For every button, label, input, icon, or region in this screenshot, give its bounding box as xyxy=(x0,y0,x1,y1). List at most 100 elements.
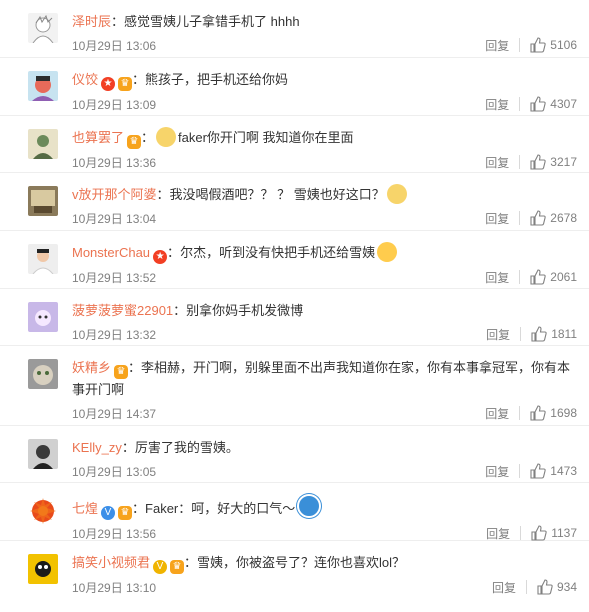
comment-time: 10月29日 13:52 xyxy=(72,270,157,285)
avatar[interactable] xyxy=(28,186,58,216)
like-button[interactable]: 2061 xyxy=(530,269,577,285)
like-button[interactable]: 2678 xyxy=(530,210,577,226)
like-button[interactable]: 934 xyxy=(537,579,577,595)
like-button[interactable]: 1473 xyxy=(530,463,577,479)
comment-text: 厉害了我的雪姨。 xyxy=(134,440,239,455)
commenter-name[interactable]: 也算罢了 xyxy=(72,130,124,145)
comment-text: 我没喝假酒吧？？ ？ 雪姨也好这口？ xyxy=(169,187,385,202)
reply-button[interactable]: 回复 xyxy=(485,405,509,422)
thumbs-up-icon xyxy=(530,210,546,226)
thumbs-up-icon xyxy=(530,154,546,170)
thumbs-up-icon xyxy=(530,96,546,112)
commenter-name[interactable]: KElly_zy xyxy=(72,440,122,455)
like-button[interactable]: 4307 xyxy=(530,96,577,112)
like-count: 1698 xyxy=(550,406,577,420)
like-count: 5106 xyxy=(550,38,577,52)
vip-badge-icon: ♛ xyxy=(114,365,129,379)
avatar[interactable] xyxy=(28,129,58,159)
reply-button[interactable]: 回复 xyxy=(485,463,509,480)
comment-text: 别拿你妈手机发微博 xyxy=(186,303,304,318)
dog-emoji-icon xyxy=(156,127,177,147)
reply-button[interactable]: 回复 xyxy=(485,96,509,113)
commenter-name[interactable]: 搞笑小视频君 xyxy=(72,555,150,570)
avatar[interactable] xyxy=(28,359,58,389)
reply-button[interactable]: 回复 xyxy=(485,269,509,286)
vip-badge-icon: ♛ xyxy=(127,135,142,149)
vip-badge-icon: ♛ xyxy=(170,560,185,574)
commenter-name[interactable]: 仪饺 xyxy=(72,72,98,87)
like-button[interactable]: 1137 xyxy=(531,525,577,541)
commenter-name[interactable]: MonsterChau xyxy=(72,245,150,260)
commenter-name[interactable]: 泽时辰 xyxy=(72,14,111,29)
like-count: 1811 xyxy=(551,327,577,341)
avatar[interactable] xyxy=(28,554,58,584)
comment-text: Faker：呵，好大的口气～ xyxy=(145,501,296,516)
comment-text: 熊孩子，把手机还给你妈 xyxy=(145,72,289,87)
like-button[interactable]: 3217 xyxy=(530,154,577,170)
verified-gold-icon: V xyxy=(153,560,168,574)
avatar[interactable] xyxy=(28,496,58,526)
commenter-name[interactable]: v放开那个阿婆 xyxy=(72,187,157,202)
comment-time: 10月29日 13:04 xyxy=(72,211,157,226)
reply-button[interactable]: 回复 xyxy=(486,326,510,343)
comment-item: MonsterChau ★ ：尔杰，听到没有快把手机还给雪姨 10月29日 13:5… xyxy=(0,231,589,289)
robot-emoji-icon xyxy=(297,494,322,518)
like-button[interactable]: 5106 xyxy=(530,37,577,53)
comment-time: 10月29日 14:37 xyxy=(72,406,157,421)
comment-item: 菠萝菠萝蜜22901：别拿你妈手机发微博 10月29日 13:32 回复 181… xyxy=(0,289,589,346)
like-button[interactable]: 1698 xyxy=(530,405,577,421)
divider xyxy=(519,270,521,284)
comment-text: 尔杰，听到没有快把手机还给雪姨 xyxy=(180,245,376,260)
reply-button[interactable]: 回复 xyxy=(485,37,509,54)
like-count: 934 xyxy=(556,580,577,594)
reply-button[interactable]: 回复 xyxy=(485,154,509,171)
like-count: 1137 xyxy=(551,526,577,540)
divider xyxy=(520,526,522,540)
comment-time: 10月29日 13:32 xyxy=(72,327,157,342)
comment-time: 10月29日 13:09 xyxy=(72,97,157,112)
thumbs-up-icon xyxy=(531,326,547,342)
divider xyxy=(519,155,521,169)
verified-blue-icon: V xyxy=(101,506,116,520)
like-button[interactable]: 1811 xyxy=(531,326,577,342)
like-count: 2061 xyxy=(550,270,577,284)
vip-badge-icon: ♛ xyxy=(118,506,133,520)
comment-time: 10月29日 13:36 xyxy=(72,155,157,170)
comment-item: v放开那个阿婆：我没喝假酒吧？？ ？ 雪姨也好这口？ 10月29日 13:04 … xyxy=(0,173,589,231)
thumbs-up-icon xyxy=(530,463,546,479)
avatar[interactable] xyxy=(28,13,58,43)
divider xyxy=(519,406,521,420)
avatar[interactable] xyxy=(28,71,58,101)
comment-text: 李相赫，开门啊，别躲里面不出声我知道你在家，你有本事拿冠军，你有本事开门啊 xyxy=(72,360,571,397)
comment-item: 泽时辰：感觉雪姨儿子拿错手机了 hhhh 10月29日 13:06 回复 510… xyxy=(0,0,589,58)
avatar[interactable] xyxy=(28,302,58,332)
vip-badge-icon: ♛ xyxy=(118,77,133,91)
comment-text: 感觉雪姨儿子拿错手机了 hhhh xyxy=(124,14,300,29)
reply-button[interactable]: 回复 xyxy=(492,579,516,596)
commenter-name[interactable]: 七煌 xyxy=(72,501,98,516)
comment-time: 10月29日 13:05 xyxy=(72,464,157,479)
comment-item: 妖精乡 ♛ ：李相赫，开门啊，别躲里面不出声我知道你在家，你有本事拿冠军，你有本事开… xyxy=(0,346,589,426)
divider xyxy=(519,97,521,111)
comment-item: 七煌 V ♛ ：Faker：呵，好大的口气～ 10月29日 13:56 回复 1137 xyxy=(0,483,589,541)
comment-item: 搞笑小视频君 V ♛ ：雪姨，你被盗号了？连你也喜欢lol？ 10月29日 13:10… xyxy=(0,541,589,596)
comment-text: 雪姨，你被盗号了？连你也喜欢lol？ xyxy=(197,555,406,570)
avatar[interactable] xyxy=(28,244,58,274)
divider xyxy=(519,464,521,478)
thumbs-up-icon xyxy=(531,525,547,541)
commenter-name[interactable]: 妖精乡 xyxy=(72,360,111,375)
comment-item: KElly_zy：厉害了我的雪姨。 10月29日 13:05 回复 1473 xyxy=(0,426,589,483)
thumbs-up-icon xyxy=(530,37,546,53)
comment-item: 也算罢了 ♛： faker你开门啊 我知道你在里面 10月29日 13:36 回复 … xyxy=(0,116,589,173)
divider xyxy=(525,580,527,594)
reply-button[interactable]: 回复 xyxy=(485,210,509,227)
reply-button[interactable]: 回复 xyxy=(486,525,510,542)
comment-text: faker你开门啊 我知道你在里面 xyxy=(178,130,354,145)
commenter-name[interactable]: 菠萝菠萝蜜22901 xyxy=(72,303,173,318)
like-count: 1473 xyxy=(550,464,577,478)
divider xyxy=(519,211,521,225)
star-badge-icon: ★ xyxy=(153,250,168,264)
avatar[interactable] xyxy=(28,439,58,469)
comment-time: 10月29日 13:06 xyxy=(72,38,157,53)
dog-emoji-icon xyxy=(386,184,407,204)
